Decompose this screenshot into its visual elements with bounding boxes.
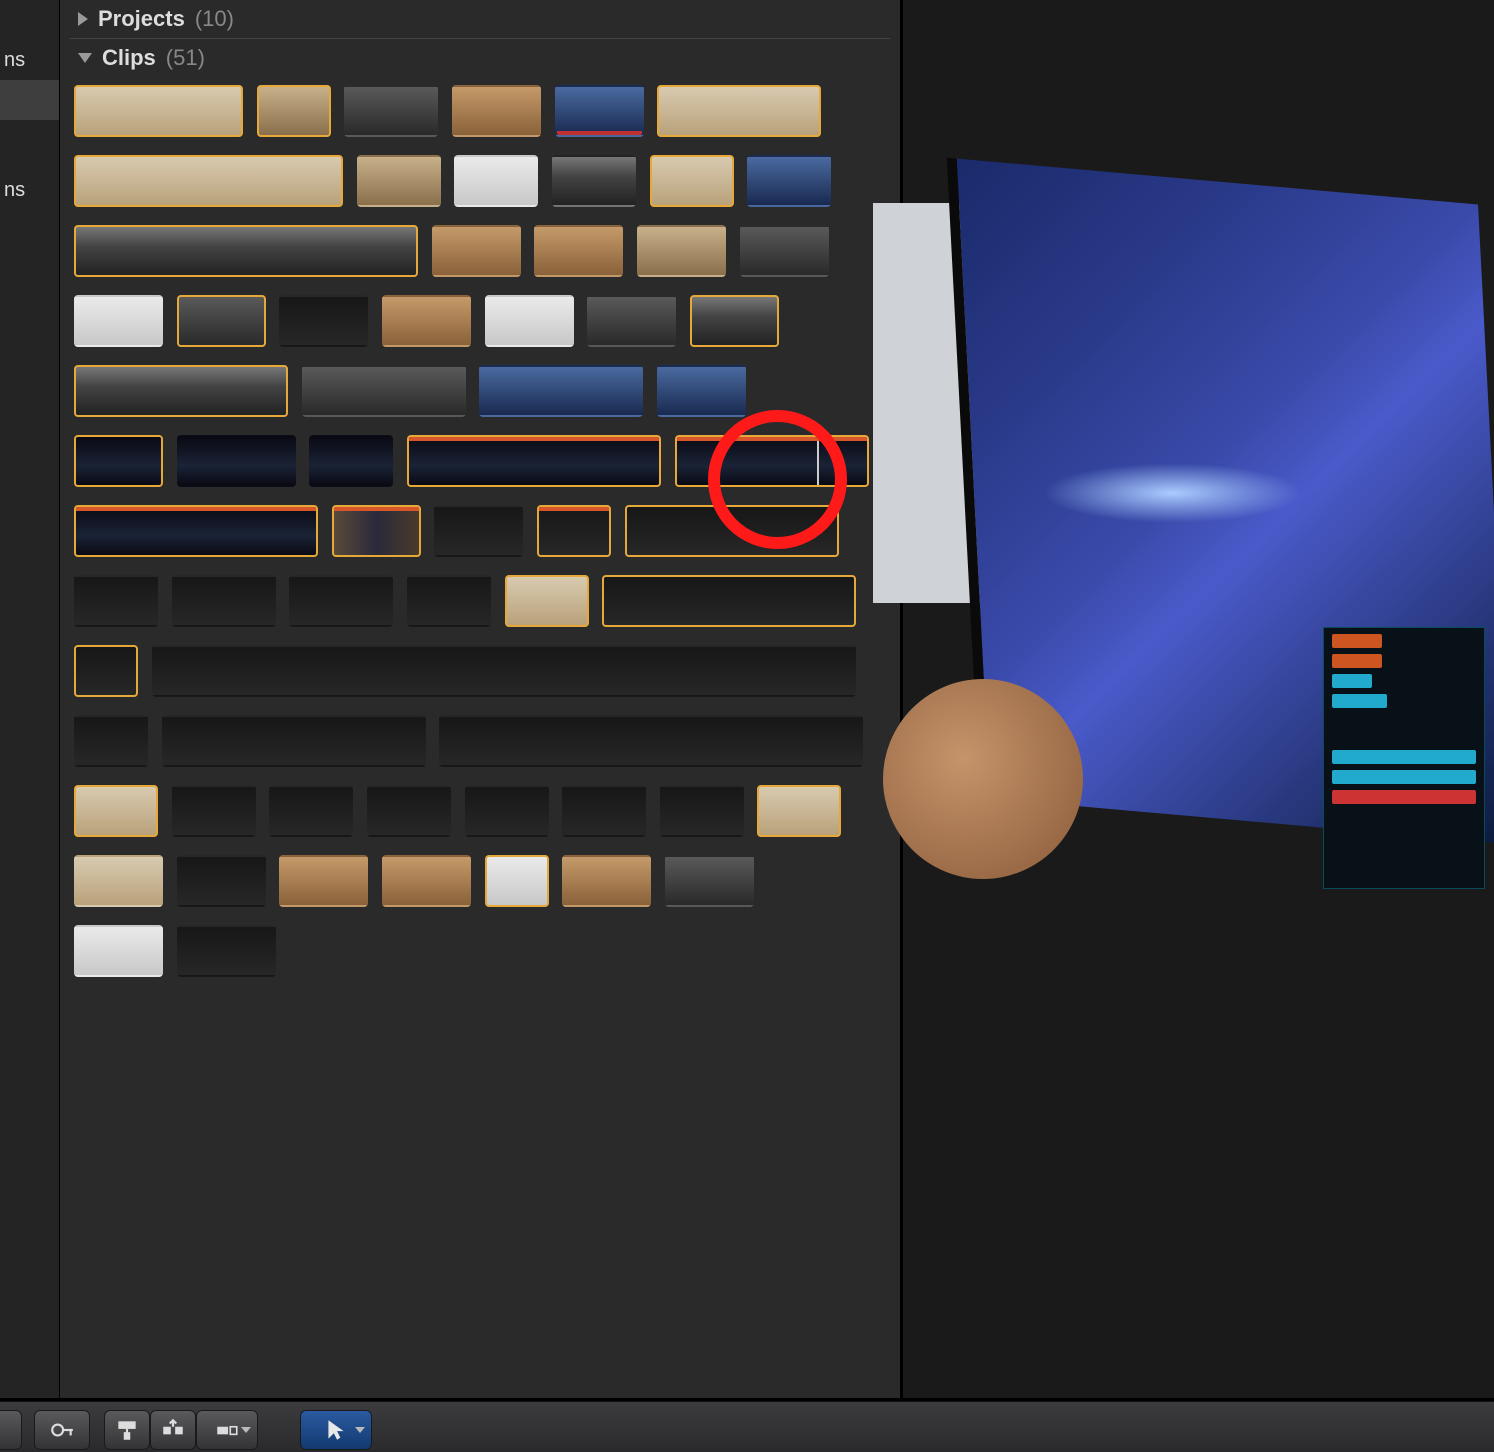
clip-thumbnail[interactable]: [74, 855, 163, 907]
clip-thumbnail[interactable]: [479, 365, 643, 417]
clip-thumbnail[interactable]: [309, 435, 393, 487]
clip-thumbnail[interactable]: [177, 435, 296, 487]
key-icon: [49, 1417, 75, 1443]
clip-thumbnail[interactable]: [74, 155, 343, 207]
clip-thumbnail[interactable]: [432, 225, 521, 277]
clip-thumbnail[interactable]: [74, 575, 158, 627]
sidebar-item[interactable]: ns: [0, 40, 59, 80]
clip-thumbnail[interactable]: [172, 785, 256, 837]
pointer-icon: [323, 1417, 349, 1443]
clip-thumbnail[interactable]: [465, 785, 549, 837]
clip-thumbnail[interactable]: [177, 855, 266, 907]
clip-thumbnail[interactable]: [552, 155, 636, 207]
clip-thumbnail[interactable]: [74, 785, 158, 837]
clip-thumbnail[interactable]: [74, 645, 138, 697]
clip-thumbnail[interactable]: [367, 785, 451, 837]
clip-thumbnail[interactable]: [269, 785, 353, 837]
projects-title: Projects: [98, 6, 185, 32]
clip-thumbnail[interactable]: [177, 925, 276, 977]
clip-thumbnail[interactable]: [407, 435, 661, 487]
append-clip-button[interactable]: [196, 1410, 258, 1450]
clip-thumbnail[interactable]: [757, 785, 841, 837]
clip-thumbnail[interactable]: [407, 575, 491, 627]
clips-count: (51): [166, 45, 205, 71]
clip-thumbnails-area[interactable]: [70, 77, 890, 977]
clip-thumbnail[interactable]: [562, 785, 646, 837]
media-browser: Projects (10) Clips (51): [60, 0, 902, 1402]
viewer-panel: [902, 0, 1494, 1402]
append-icon: [214, 1417, 240, 1443]
clip-thumbnail[interactable]: [289, 575, 393, 627]
clip-thumbnail[interactable]: [439, 715, 863, 767]
connect-icon: [114, 1417, 140, 1443]
clips-title: Clips: [102, 45, 156, 71]
clip-thumbnail[interactable]: [562, 855, 651, 907]
clip-thumbnail[interactable]: [382, 855, 471, 907]
clip-thumbnail[interactable]: [382, 295, 471, 347]
clip-thumbnail[interactable]: [657, 85, 821, 137]
index-button[interactable]: [0, 1410, 22, 1450]
clip-thumbnail[interactable]: [602, 575, 856, 627]
clip-thumbnail[interactable]: [452, 85, 541, 137]
clip-thumbnail[interactable]: [74, 715, 148, 767]
clip-thumbnail[interactable]: [279, 855, 368, 907]
clip-thumbnail[interactable]: [357, 155, 441, 207]
select-tool-button[interactable]: [300, 1410, 372, 1450]
clip-thumbnail[interactable]: [505, 575, 589, 627]
projects-disclosure-row[interactable]: Projects (10): [70, 0, 890, 39]
disclosure-triangle-icon[interactable]: [78, 53, 92, 63]
clip-thumbnail[interactable]: [625, 505, 839, 557]
disclosure-triangle-icon[interactable]: [78, 12, 88, 26]
clip-thumbnail[interactable]: [740, 225, 829, 277]
connect-clip-button[interactable]: [104, 1410, 150, 1450]
clip-thumbnail[interactable]: [747, 155, 831, 207]
clip-thumbnail[interactable]: [344, 85, 438, 137]
clip-thumbnail[interactable]: [332, 505, 421, 557]
clip-thumbnail[interactable]: [74, 925, 163, 977]
clip-thumbnail[interactable]: [485, 855, 549, 907]
clip-thumbnail[interactable]: [434, 505, 523, 557]
clip-thumbnail[interactable]: [587, 295, 676, 347]
clip-thumbnail[interactable]: [657, 365, 746, 417]
sidebar-item-label: ns: [4, 179, 25, 201]
clip-thumbnail[interactable]: [555, 85, 644, 137]
clip-thumbnail[interactable]: [74, 225, 418, 277]
timeline-toolbar: [0, 1401, 1494, 1452]
sidebar-item-selected[interactable]: [0, 80, 59, 120]
clip-thumbnail[interactable]: [660, 785, 744, 837]
clip-thumbnail[interactable]: [172, 575, 276, 627]
clip-thumbnail[interactable]: [650, 155, 734, 207]
insert-icon: [160, 1417, 186, 1443]
insert-clip-button[interactable]: [150, 1410, 196, 1450]
clip-thumbnail[interactable]: [665, 855, 754, 907]
clip-thumbnail[interactable]: [537, 505, 611, 557]
library-sidebar[interactable]: ns ns: [0, 0, 60, 1402]
skimmer-playhead[interactable]: [817, 437, 819, 485]
keyword-button[interactable]: [34, 1410, 90, 1450]
clip-thumbnail[interactable]: [302, 365, 466, 417]
clip-thumbnail[interactable]: [162, 715, 426, 767]
clip-thumbnail[interactable]: [454, 155, 538, 207]
viewer-canvas[interactable]: [903, 183, 1494, 819]
clip-thumbnail[interactable]: [257, 85, 331, 137]
projects-count: (10): [195, 6, 234, 32]
clip-thumbnail[interactable]: [534, 225, 623, 277]
clip-thumbnail[interactable]: [485, 295, 574, 347]
clip-thumbnail[interactable]: [74, 435, 163, 487]
clip-thumbnail[interactable]: [74, 295, 163, 347]
clip-thumbnail[interactable]: [637, 225, 726, 277]
sidebar-item[interactable]: ns: [0, 170, 59, 210]
clip-thumbnail[interactable]: [675, 435, 869, 487]
clip-thumbnail[interactable]: [152, 645, 856, 697]
sidebar-item-label: ns: [4, 49, 25, 71]
clips-disclosure-row[interactable]: Clips (51): [70, 39, 890, 77]
clip-thumbnail[interactable]: [279, 295, 368, 347]
clip-thumbnail[interactable]: [74, 85, 243, 137]
clip-thumbnail[interactable]: [74, 505, 318, 557]
clip-thumbnail[interactable]: [74, 365, 288, 417]
clip-thumbnail[interactable]: [177, 295, 266, 347]
clip-thumbnail[interactable]: [690, 295, 779, 347]
